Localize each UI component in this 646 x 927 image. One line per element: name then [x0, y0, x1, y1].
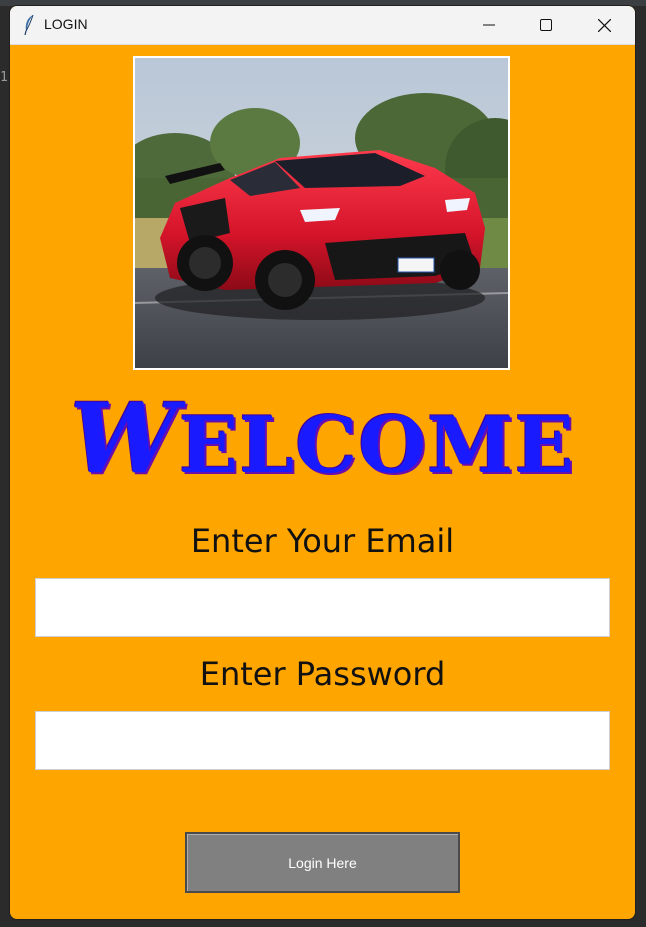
feather-icon [22, 14, 36, 36]
welcome-initial: W [70, 382, 179, 495]
login-window: LOGIN WELCOME Enter Your Email Enter Pas… [10, 6, 635, 919]
title-bar[interactable]: LOGIN [10, 6, 635, 45]
password-label: Enter Password [199, 655, 446, 693]
maximize-icon [540, 19, 552, 31]
email-field[interactable] [35, 578, 610, 637]
welcome-rest: ELCOME [178, 400, 575, 491]
maximize-button[interactable] [517, 6, 575, 44]
background-line-number: 1 [0, 70, 8, 85]
close-icon [597, 18, 611, 32]
email-label: Enter Your Email [190, 522, 455, 560]
welcome-heading: WELCOME [10, 391, 635, 491]
login-button[interactable]: Login Here [185, 832, 460, 893]
password-field[interactable] [35, 711, 610, 770]
minimize-icon [483, 19, 495, 31]
hero-car-image [133, 56, 510, 370]
minimize-button[interactable] [460, 6, 518, 44]
window-title: LOGIN [44, 16, 88, 32]
close-button[interactable] [575, 6, 633, 44]
